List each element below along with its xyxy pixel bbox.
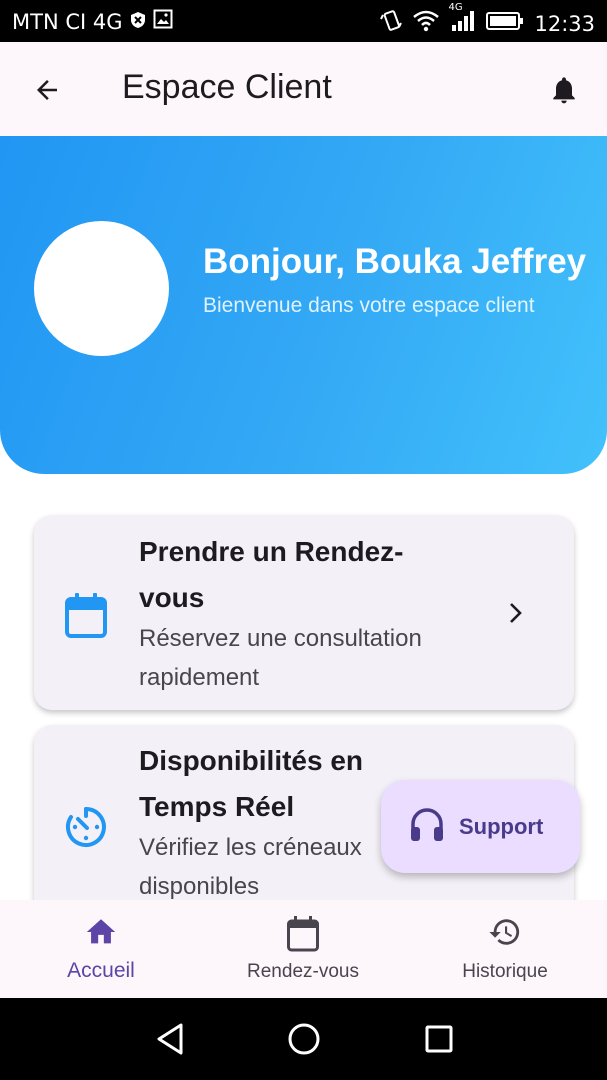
welcome-header: Bonjour, Bouka Jeffrey Bienvenue dans vo… bbox=[0, 136, 607, 474]
bell-icon bbox=[553, 77, 575, 104]
app-bar: Espace Client bbox=[0, 42, 607, 136]
back-button[interactable] bbox=[28, 71, 66, 109]
nav-label: Historique bbox=[462, 961, 548, 982]
arrow-back-icon bbox=[37, 80, 57, 100]
greeting-text: Bonjour, Bouka Jeffrey bbox=[203, 242, 587, 281]
nav-item-home[interactable]: Accueil bbox=[0, 900, 202, 998]
headset-icon bbox=[409, 807, 445, 850]
wifi-icon bbox=[412, 10, 440, 37]
status-right: 4G 12:33 bbox=[380, 2, 595, 38]
nav-label: Accueil bbox=[67, 959, 135, 982]
square-recents-icon bbox=[425, 1025, 453, 1053]
welcome-subtitle: Bienvenue dans votre espace client bbox=[203, 294, 535, 317]
system-home-button[interactable] bbox=[285, 1020, 323, 1058]
book-appointment-card[interactable]: Prendre un Rendez-vous Réservez une cons… bbox=[34, 515, 574, 710]
chevron-right-icon bbox=[504, 600, 526, 631]
support-label: Support bbox=[459, 813, 544, 839]
home-icon bbox=[83, 915, 119, 954]
triangle-back-icon bbox=[157, 1023, 183, 1055]
network-type-label: 4G bbox=[448, 2, 463, 13]
avatar[interactable] bbox=[34, 221, 169, 356]
system-back-button[interactable] bbox=[151, 1020, 189, 1058]
calendar-icon bbox=[286, 915, 320, 958]
shield-icon bbox=[130, 10, 146, 34]
history-icon bbox=[487, 915, 523, 954]
bottom-navigation: Accueil Rendez-vous Historique bbox=[0, 900, 607, 998]
nav-label: Rendez-vous bbox=[247, 961, 359, 982]
image-icon bbox=[153, 9, 173, 34]
status-left: MTN CI 4G bbox=[12, 9, 173, 34]
status-bar: MTN CI 4G 4G 12:33 bbox=[0, 0, 607, 42]
carrier-label: MTN CI 4G bbox=[12, 9, 123, 34]
card-description: Réservez une consultation rapidement bbox=[139, 625, 422, 691]
notifications-button[interactable] bbox=[545, 71, 583, 109]
system-recents-button[interactable] bbox=[420, 1020, 458, 1058]
vibrate-icon bbox=[380, 9, 403, 38]
battery-icon bbox=[486, 11, 524, 36]
signal-icon: 4G bbox=[448, 2, 476, 37]
nav-item-appointments[interactable]: Rendez-vous bbox=[202, 900, 404, 998]
clock-label: 12:33 bbox=[534, 11, 595, 36]
page-title: Espace Client bbox=[122, 68, 332, 106]
system-navigation-bar bbox=[0, 998, 607, 1080]
circle-home-icon bbox=[288, 1023, 320, 1055]
calendar-icon bbox=[64, 591, 108, 644]
card-title: Prendre un Rendez-vous bbox=[139, 536, 404, 613]
nav-item-history[interactable]: Historique bbox=[404, 900, 606, 998]
support-button[interactable]: Support bbox=[381, 780, 580, 873]
timer-icon bbox=[64, 805, 108, 854]
